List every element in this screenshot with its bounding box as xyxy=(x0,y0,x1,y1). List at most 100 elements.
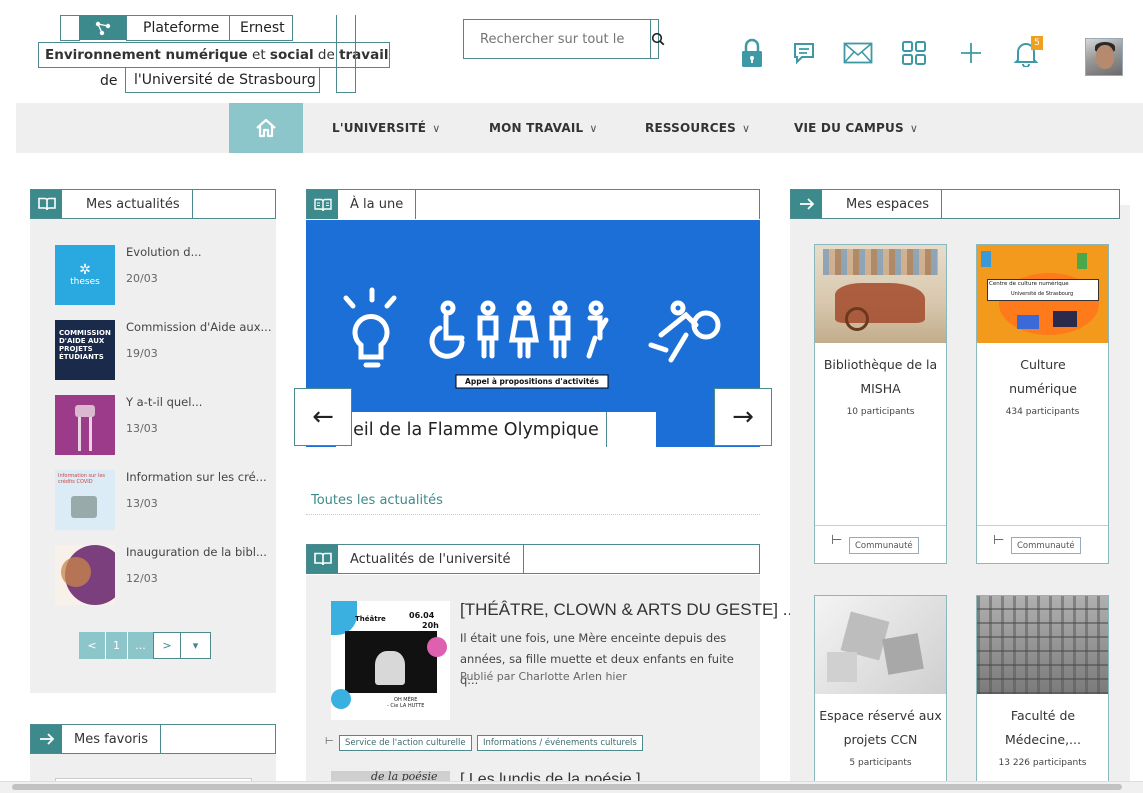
mes-favoris-header: Mes favoris xyxy=(30,724,276,754)
pager-prev-button[interactable]: < xyxy=(79,632,105,659)
logo-frame-right xyxy=(336,15,356,93)
community-icon: ⊢ xyxy=(993,533,1005,548)
book-icon xyxy=(31,190,62,218)
news-title: Commission d'Aide aux... xyxy=(126,320,272,334)
mes-actualites-header: Mes actualités xyxy=(30,189,276,219)
news-thumb-stool xyxy=(55,395,115,455)
theses-logo-icon: ✲ xyxy=(79,262,91,278)
card-divider xyxy=(977,525,1108,526)
logo-de-text: de xyxy=(100,73,118,89)
pager-page-button[interactable]: 1 xyxy=(105,632,127,659)
chevron-down-icon: ∨ xyxy=(909,122,919,135)
news-date: 12/03 xyxy=(126,572,158,585)
space-name: Culture numérique xyxy=(1009,357,1077,396)
news-date: 13/03 xyxy=(126,497,158,510)
news-title: Inauguration de la bibl... xyxy=(126,545,267,559)
poesie-thumbnail[interactable]: de la poésie xyxy=(331,771,450,781)
add-icon[interactable] xyxy=(955,37,987,69)
univ-news-title[interactable]: [THÉÂTRE, CLOWN & ARTS DU GESTE] ... xyxy=(460,600,797,620)
news-item[interactable]: Inauguration de la bibl... 12/03 xyxy=(55,545,270,605)
nav-item-mon-travail[interactable]: MON TRAVAIL ∨ xyxy=(489,121,598,135)
logo-network-icon[interactable] xyxy=(79,15,126,40)
nav-item-vie-campus[interactable]: VIE DU CAMPUS ∨ xyxy=(794,121,918,135)
space-image-papyrus xyxy=(815,245,946,343)
news-item[interactable]: Y a-t-il quel... 13/03 xyxy=(55,395,270,455)
apps-grid-icon[interactable] xyxy=(898,37,930,69)
arrow-left-icon: ← xyxy=(312,402,334,432)
pager-dropdown-button[interactable]: ▾ xyxy=(181,632,211,659)
space-tag[interactable]: Communauté xyxy=(1011,537,1081,554)
tag-infos-culturelles[interactable]: Informations / événements culturels xyxy=(477,735,643,751)
news-title: Y a-t-il quel... xyxy=(126,395,203,409)
news-title: Evolution d... xyxy=(126,245,202,259)
theatre-thumbnail[interactable]: Théâtre 06.04 20h OH MÈRE - Cie LA HUTTE xyxy=(331,601,450,720)
actu-univ-title: Actualités de l'université xyxy=(338,545,524,573)
tag-icon: ⊢ xyxy=(325,736,334,747)
avatar-face xyxy=(1096,45,1114,69)
scrollbar-thumb[interactable] xyxy=(12,784,1122,790)
space-count: 5 participants xyxy=(849,758,912,768)
theses-thumb-text: theses xyxy=(70,277,100,287)
univ-news-meta: Publié par Charlotte Arlen hier xyxy=(460,670,627,683)
space-count: 13 226 participants xyxy=(998,758,1087,768)
search-button[interactable] xyxy=(650,20,665,58)
all-news-link[interactable]: Toutes les actualités xyxy=(311,493,443,508)
space-card[interactable]: Espace réservé aux projets CCN 5 partici… xyxy=(814,595,947,781)
chevron-down-icon: ∨ xyxy=(742,122,751,135)
arrow-right-icon: → xyxy=(732,402,754,432)
univ-news-title-2[interactable]: [ Les lundis de la poésie ] xyxy=(460,770,641,781)
logo-name-text: Ernest xyxy=(240,20,285,36)
newspaper-icon xyxy=(307,190,338,219)
chevron-down-icon: ∨ xyxy=(589,122,598,135)
banner-label: Appel à propositions d'activités xyxy=(465,377,599,386)
pager-next-button[interactable]: > xyxy=(153,632,181,659)
news-thumb-inauguration xyxy=(55,545,115,605)
search-input[interactable] xyxy=(464,20,650,58)
news-item[interactable]: ✲ theses Evolution d... 20/03 xyxy=(55,245,270,305)
space-img-label-1: Centre de culture numérique xyxy=(989,281,1069,287)
arrow-right-icon xyxy=(791,190,822,218)
carousel-caption: ueil de la Flamme Olympique xyxy=(336,412,656,447)
news-item[interactable]: Information sur les crédits COVID Inform… xyxy=(55,470,270,530)
arrow-right-icon xyxy=(31,725,62,753)
space-image-faculte xyxy=(977,596,1108,694)
carousel-prev-button[interactable]: ← xyxy=(294,388,352,446)
tag-service-culturel[interactable]: Service de l'action culturelle xyxy=(339,735,472,751)
space-count: 434 participants xyxy=(1005,407,1080,417)
pager-more-button[interactable]: ... xyxy=(127,632,153,659)
logo-tagline-text-1: et xyxy=(247,47,270,63)
chat-icon[interactable] xyxy=(788,37,820,69)
nav-mon-travail-label: MON TRAVAIL xyxy=(489,121,584,135)
lock-icon[interactable] xyxy=(736,37,768,69)
space-count: 10 participants xyxy=(846,407,915,417)
nav-item-universite[interactable]: L'UNIVERSITÉ ∨ xyxy=(332,121,440,135)
news-thumb-credits: Information sur les crédits COVID xyxy=(55,470,115,530)
nav-item-ressources[interactable]: RESSOURCES ∨ xyxy=(645,121,750,135)
logo-tagline-bold-2: social xyxy=(269,47,314,63)
thumb-date: 06.04 xyxy=(409,611,435,620)
home-icon xyxy=(256,118,276,138)
nav-home-button[interactable] xyxy=(229,103,303,153)
space-card[interactable]: Centre de culture numérique Université d… xyxy=(976,244,1109,564)
news-date: 19/03 xyxy=(126,347,158,360)
thumb-label: Théâtre xyxy=(355,615,386,623)
news-item[interactable]: COMMISSION D'AIDE AUX PROJETS ÉTUDIANTS … xyxy=(55,320,272,380)
chevron-down-icon: ∨ xyxy=(432,122,441,135)
credits-thumb-text: Information sur les crédits COVID xyxy=(58,473,106,485)
space-card[interactable]: Bibliothèque de la MISHA 10 participants… xyxy=(814,244,947,564)
nav-universite-label: L'UNIVERSITÉ xyxy=(332,121,427,135)
nav-vie-campus-label: VIE DU CAMPUS xyxy=(794,121,904,135)
space-tag[interactable]: Communauté xyxy=(849,537,919,554)
carousel-next-button[interactable]: → xyxy=(714,388,772,446)
news-thumb-commission: COMMISSION D'AIDE AUX PROJETS ÉTUDIANTS xyxy=(55,320,115,380)
space-card[interactable]: Faculté de Médecine,... 13 226 participa… xyxy=(976,595,1109,781)
poesie-thumb-text: de la poésie xyxy=(371,771,438,781)
a-la-une-header: À la une xyxy=(306,189,760,219)
news-title: Information sur les cré... xyxy=(126,470,267,484)
thumb-time: 20h xyxy=(422,621,439,630)
logo-platform-text: Plateforme xyxy=(143,20,220,36)
user-avatar[interactable] xyxy=(1085,38,1123,76)
mes-favoris-title: Mes favoris xyxy=(62,725,162,753)
divider xyxy=(306,514,760,515)
mail-icon[interactable] xyxy=(842,37,874,69)
